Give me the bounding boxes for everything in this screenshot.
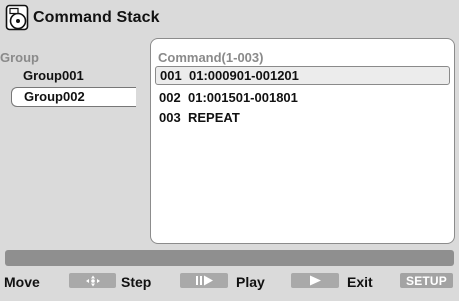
command-text: 01:001501-001801 [188, 90, 298, 105]
command-stack-screen: Command Stack Group Group001 Group002 Co… [0, 0, 459, 301]
setup-button[interactable]: SETUP [400, 273, 453, 288]
page-title: Command Stack [33, 9, 160, 26]
help-bar: Move Step Play Exit SETUP [0, 270, 459, 292]
disc-menu-icon [5, 4, 31, 34]
status-bar [5, 250, 454, 266]
play-label: Play [236, 274, 265, 290]
command-number: 002 [159, 90, 181, 105]
step-forward-icon[interactable] [180, 273, 228, 288]
command-number: 001 [160, 68, 182, 83]
command-list-heading: Command(1-003) [158, 50, 264, 65]
command-text: REPEAT [188, 110, 240, 125]
command-row[interactable]: 001 01:000901-001201 [155, 66, 450, 85]
exit-label: Exit [347, 274, 373, 290]
play-icon[interactable] [291, 273, 339, 288]
command-number: 003 [159, 110, 181, 125]
command-row[interactable]: 003 REPEAT [155, 108, 450, 127]
four-way-arrows-icon[interactable] [69, 273, 116, 288]
group-list-item-selected[interactable]: Group002 [11, 87, 136, 107]
group-list-heading: Group [0, 50, 39, 65]
command-row[interactable]: 002 01:001501-001801 [155, 88, 450, 107]
step-label: Step [121, 274, 152, 290]
move-label: Move [4, 274, 40, 290]
group-list-item[interactable]: Group001 [11, 66, 136, 86]
command-text: 01:000901-001201 [189, 68, 299, 83]
